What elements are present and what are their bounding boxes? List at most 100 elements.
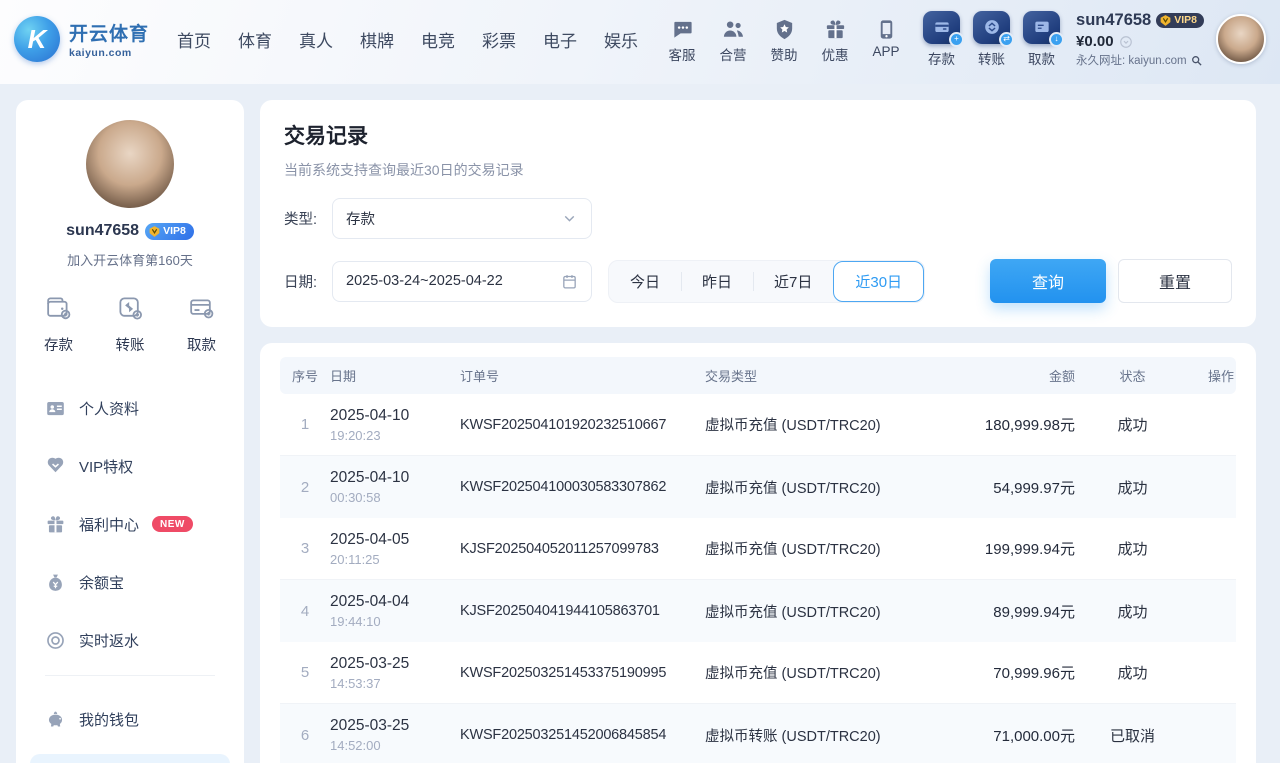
quick-link-gift[interactable]: 优惠 bbox=[816, 15, 854, 64]
row-date: 2025-04-1000:30:58 bbox=[330, 469, 460, 505]
row-order-no: KWSF202504100030583307862 bbox=[460, 479, 705, 495]
phone-icon bbox=[875, 15, 898, 41]
rebate-rings-icon bbox=[45, 630, 66, 651]
table-body: 12025-04-1019:20:23KWSF20250410192023251… bbox=[280, 394, 1236, 763]
row-transaction-type: 虚拟币充值 (USDT/TRC20) bbox=[705, 662, 955, 683]
row-order-no: KWSF202503251452006845854 bbox=[460, 727, 705, 743]
sidebar-vip-badge[interactable]: VIP8 bbox=[145, 223, 194, 240]
sidebar-item-vip-shield[interactable]: VIP特权 bbox=[30, 443, 230, 489]
sidebar-quick-actions: 存款转账取款 bbox=[16, 295, 244, 355]
transfer-outline-icon bbox=[117, 295, 144, 327]
sidebar-avatar[interactable] bbox=[86, 120, 174, 208]
nav-item-6[interactable]: 彩票 bbox=[482, 27, 516, 52]
refresh-balance-icon[interactable] bbox=[1119, 35, 1133, 49]
transfer-icon: ⇄ bbox=[973, 11, 1010, 44]
quick-links: 客服合营赞助优惠 APP bbox=[663, 15, 905, 64]
sidebar-item-id-card[interactable]: 个人资料 bbox=[30, 385, 230, 431]
vip-emblem-icon bbox=[148, 225, 161, 238]
withdraw-icon: ↓ bbox=[1023, 11, 1060, 44]
table-header-cell: 交易类型 bbox=[705, 366, 955, 385]
quick-link-sponsor-badge[interactable]: 赞助 bbox=[765, 15, 803, 64]
brand-logo[interactable]: K 开云体育 kaiyun.com bbox=[14, 16, 149, 62]
brand-name: 开云体育 bbox=[69, 19, 149, 46]
sidebar-username: sun47658 bbox=[66, 222, 139, 240]
search-icon[interactable] bbox=[1190, 54, 1203, 67]
brand-domain: kaiyun.com bbox=[69, 47, 149, 59]
row-transaction-type: 虚拟币充值 (USDT/TRC20) bbox=[705, 538, 955, 559]
sidebar-item-piggy-bank[interactable]: 我的钱包 bbox=[30, 696, 230, 742]
nav-item-7[interactable]: 电子 bbox=[543, 27, 577, 52]
row-time-value: 20:11:25 bbox=[330, 552, 460, 567]
row-status: 已取消 bbox=[1075, 725, 1190, 746]
sidebar-item-rebate-rings[interactable]: 实时返水 bbox=[30, 617, 230, 663]
type-select[interactable]: 存款 bbox=[332, 198, 592, 239]
sidebar-action-wallet-outline[interactable]: 存款 bbox=[44, 295, 73, 355]
quick-link-label: 合营 bbox=[720, 44, 747, 64]
sidebar-menu: 个人资料 VIP特权福利中心NEW 余额宝实时返水我的钱包交易记录 bbox=[16, 385, 244, 763]
sidebar-item-label: 个人资料 bbox=[79, 398, 139, 419]
nav-item-8[interactable]: 娱乐 bbox=[604, 27, 638, 52]
sidebar-action-card-outline[interactable]: 取款 bbox=[187, 295, 216, 355]
username: sun47658 bbox=[1076, 10, 1151, 31]
sidebar-item-records-doc[interactable]: 交易记录 bbox=[30, 754, 230, 763]
row-status: 成功 bbox=[1075, 414, 1190, 435]
row-index: 5 bbox=[280, 664, 330, 681]
table-row: 52025-03-2514:53:37KWSF20250325145337519… bbox=[280, 642, 1236, 704]
wallet-link-transfer[interactable]: ⇄转账 bbox=[973, 11, 1010, 68]
reset-button[interactable]: 重置 bbox=[1118, 259, 1232, 303]
date-range-input[interactable]: 2025-03-24~2025-04-22 bbox=[332, 261, 592, 302]
nav-item-1[interactable]: 首页 bbox=[177, 27, 211, 52]
user-info-block: sun47658 VIP8 ¥0.00 永久网址: kaiyun.com bbox=[1076, 10, 1204, 68]
records-table-card: 序号日期订单号交易类型金额状态操作 12025-04-1019:20:23KWS… bbox=[260, 343, 1256, 763]
content: sun47658 VIP8 加入开云体育第160天 存款转账取款 个人资料VIP… bbox=[0, 84, 1280, 763]
row-transaction-type: 虚拟币充值 (USDT/TRC20) bbox=[705, 601, 955, 622]
row-transaction-type: 虚拟币充值 (USDT/TRC20) bbox=[705, 477, 955, 498]
nav-item-5[interactable]: 电竞 bbox=[421, 27, 455, 52]
vip-badge[interactable]: VIP8 bbox=[1156, 13, 1204, 28]
row-amount: 89,999.94元 bbox=[955, 601, 1075, 622]
search-button[interactable]: 查询 bbox=[990, 259, 1106, 303]
quick-link-chat[interactable]: 客服 bbox=[663, 15, 701, 64]
nav-item-4[interactable]: 棋牌 bbox=[360, 27, 394, 52]
main-column: 交易记录 当前系统支持查询最近30日的交易记录 类型: 存款 日期: 2025-… bbox=[260, 100, 1256, 763]
range-preset-近7日[interactable]: 近7日 bbox=[753, 261, 833, 302]
type-filter-label: 类型: bbox=[284, 208, 332, 229]
sidebar-item-money-bag[interactable]: 余额宝 bbox=[30, 559, 230, 605]
row-index: 1 bbox=[280, 416, 330, 433]
chat-icon bbox=[671, 15, 694, 41]
sidebar-action-transfer-outline[interactable]: 转账 bbox=[116, 295, 145, 355]
nav-item-3[interactable]: 真人 bbox=[299, 27, 333, 52]
filter-card: 交易记录 当前系统支持查询最近30日的交易记录 类型: 存款 日期: 2025-… bbox=[260, 100, 1256, 327]
row-date-value: 2025-04-05 bbox=[330, 531, 460, 549]
quick-link-phone[interactable]: APP bbox=[867, 15, 905, 64]
row-time-value: 00:30:58 bbox=[330, 490, 460, 505]
piggy-bank-icon bbox=[45, 709, 66, 730]
range-preset-近30日[interactable]: 近30日 bbox=[833, 261, 924, 302]
row-amount: 199,999.94元 bbox=[955, 538, 1075, 559]
sidebar-item-gift-menu[interactable]: 福利中心NEW bbox=[30, 501, 230, 547]
topbar-right: 客服合营赞助优惠 APP +存款 ⇄转账 ↓取款 sun47658 VIP8 ¥0.0… bbox=[663, 10, 1266, 68]
row-index: 6 bbox=[280, 727, 330, 744]
wallet-link-label: 存款 bbox=[928, 48, 955, 68]
quick-link-label: APP bbox=[873, 44, 900, 59]
table-header-row: 序号日期订单号交易类型金额状态操作 bbox=[280, 357, 1236, 394]
range-preset-昨日[interactable]: 昨日 bbox=[681, 261, 753, 302]
row-order-no: KWSF202504101920232510667 bbox=[460, 417, 705, 433]
row-index: 2 bbox=[280, 479, 330, 496]
nav-item-2[interactable]: 体育 bbox=[238, 27, 272, 52]
page: K 开云体育 kaiyun.com 首页 体育 真人 棋牌 电竞 彩票 电子 娱乐 客服合营赞… bbox=[0, 0, 1280, 763]
row-transaction-type: 虚拟币充值 (USDT/TRC20) bbox=[705, 414, 955, 435]
table-header-cell: 序号 bbox=[280, 366, 330, 385]
wallet-link-deposit[interactable]: +存款 bbox=[923, 11, 960, 68]
join-days-text: 加入开云体育第160天 bbox=[67, 250, 193, 269]
main-nav: 首页 体育 真人 棋牌 电竞 彩票 电子 娱乐 bbox=[177, 27, 638, 52]
wallet-link-withdraw[interactable]: ↓取款 bbox=[1023, 11, 1060, 68]
menu-divider bbox=[45, 675, 215, 676]
balance-amount: ¥0.00 bbox=[1076, 33, 1114, 52]
vip-emblem-icon bbox=[1159, 14, 1172, 27]
range-preset-今日[interactable]: 今日 bbox=[609, 261, 681, 302]
quick-link-people[interactable]: 合营 bbox=[714, 15, 752, 64]
tile-badge: ⇄ bbox=[999, 32, 1014, 47]
new-badge: NEW bbox=[152, 516, 193, 532]
user-avatar[interactable] bbox=[1216, 14, 1266, 64]
